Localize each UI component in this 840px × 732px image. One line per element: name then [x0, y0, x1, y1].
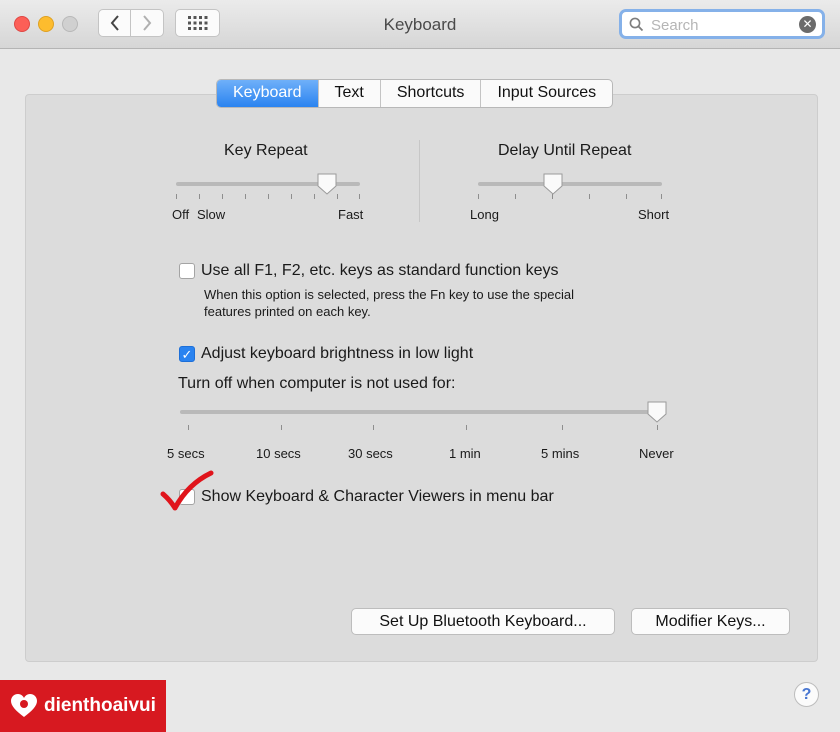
- brightness-label: Adjust keyboard brightness in low light: [201, 345, 474, 362]
- back-button[interactable]: [98, 9, 131, 37]
- tick: [222, 194, 223, 199]
- watermark-logo: dienthoaivui: [0, 680, 166, 732]
- key-repeat-fast-label: Fast: [338, 207, 364, 222]
- delay-until-repeat-title: Delay Until Repeat: [498, 142, 632, 159]
- tab-shortcuts[interactable]: Shortcuts: [379, 80, 481, 107]
- title-bar: Keyboard Search ✕: [0, 0, 840, 49]
- red-checkmark-annotation-icon: [160, 470, 214, 511]
- turn-off-stop-label: 1 min: [449, 446, 481, 461]
- tick: [188, 425, 189, 430]
- function-keys-description-1: When this option is selected, press the …: [204, 287, 574, 302]
- tick: [176, 194, 177, 199]
- tick: [562, 425, 563, 430]
- tab-bar: Keyboard Text Shortcuts Input Sources: [216, 79, 614, 108]
- tick: [281, 425, 282, 430]
- tick: [359, 194, 360, 199]
- tick: [478, 194, 479, 199]
- tick: [291, 194, 292, 199]
- turn-off-stop-label: 5 mins: [541, 446, 580, 461]
- close-window-button[interactable]: [14, 16, 30, 32]
- search-placeholder: Search: [651, 17, 699, 34]
- brightness-checkbox[interactable]: ✓: [179, 346, 195, 362]
- delay-repeat-thumb[interactable]: [543, 173, 563, 195]
- forward-button[interactable]: [131, 9, 164, 37]
- turn-off-track[interactable]: [180, 410, 658, 414]
- tick: [589, 194, 590, 199]
- key-repeat-off-label: Off: [172, 207, 190, 222]
- tick: [373, 425, 374, 430]
- tab-input-sources[interactable]: Input Sources: [480, 80, 612, 107]
- turn-off-label: Turn off when computer is not used for:: [178, 375, 456, 392]
- tick: [268, 194, 269, 199]
- function-keys-checkbox[interactable]: [179, 263, 195, 279]
- tick: [314, 194, 315, 199]
- minimize-window-button[interactable]: [38, 16, 54, 32]
- delay-repeat-long-label: Long: [470, 207, 499, 222]
- turn-off-stop-label: 10 secs: [256, 446, 301, 461]
- chevron-right-icon: [143, 15, 152, 31]
- tick: [661, 194, 662, 199]
- search-icon: [629, 17, 644, 32]
- key-repeat-thumb[interactable]: [317, 173, 337, 195]
- heart-logo-icon: [11, 694, 37, 717]
- tick: [245, 194, 246, 199]
- turn-off-stop-label: 30 secs: [348, 446, 393, 461]
- grid-icon: [187, 16, 207, 30]
- tick: [199, 194, 200, 199]
- delay-repeat-short-label: Short: [638, 207, 670, 222]
- function-keys-description-2: features printed on each key.: [204, 304, 371, 319]
- slider-divider: [419, 140, 420, 222]
- tab-text[interactable]: Text: [317, 80, 380, 107]
- show-all-button[interactable]: [175, 9, 220, 37]
- modifier-keys-button[interactable]: Modifier Keys...: [631, 608, 790, 635]
- watermark-text: dienthoaivui: [44, 695, 156, 716]
- tick: [515, 194, 516, 199]
- set-up-bluetooth-keyboard-button[interactable]: Set Up Bluetooth Keyboard...: [351, 608, 615, 635]
- turn-off-stop-label: Never: [639, 446, 674, 461]
- clear-search-icon[interactable]: ✕: [799, 16, 816, 33]
- tab-keyboard[interactable]: Keyboard: [217, 80, 318, 107]
- turn-off-thumb[interactable]: [647, 401, 667, 423]
- tick: [657, 425, 658, 430]
- turn-off-stop-label: 5 secs: [167, 446, 205, 461]
- delay-repeat-track[interactable]: [478, 182, 662, 186]
- zoom-window-button[interactable]: [62, 16, 78, 32]
- search-field[interactable]: Search ✕: [619, 9, 825, 39]
- chevron-left-icon: [110, 15, 119, 31]
- tick: [466, 425, 467, 430]
- key-repeat-slow-label: Slow: [197, 207, 226, 222]
- key-repeat-title: Key Repeat: [224, 142, 308, 159]
- tick: [626, 194, 627, 199]
- tick: [337, 194, 338, 199]
- function-keys-label: Use all F1, F2, etc. keys as standard fu…: [201, 262, 559, 279]
- viewers-label: Show Keyboard & Character Viewers in men…: [201, 488, 554, 505]
- help-button[interactable]: ?: [794, 682, 819, 707]
